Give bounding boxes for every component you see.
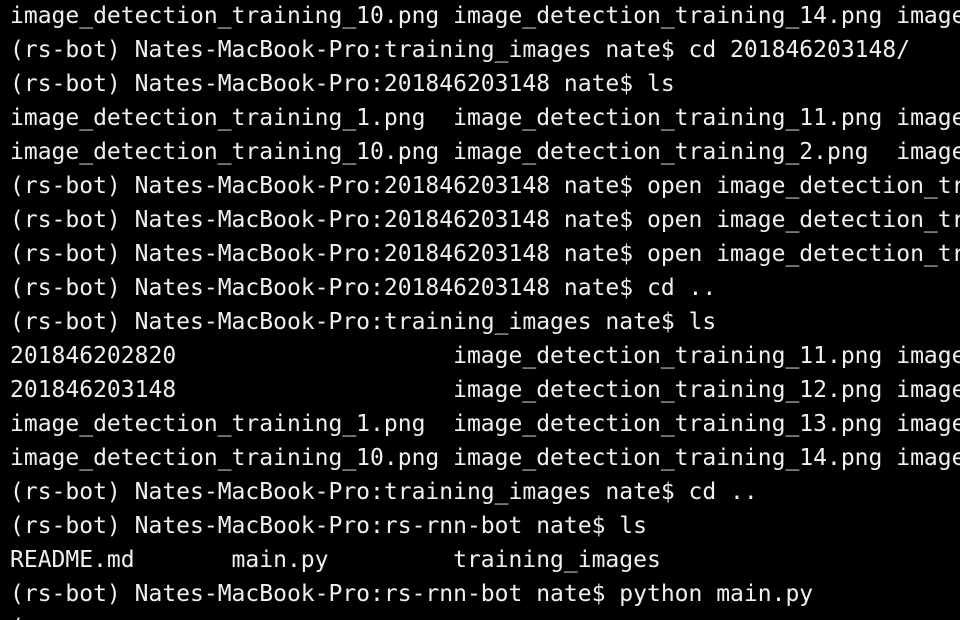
terminal-line: (rs-bot) Nates-MacBook-Pro:training_imag…: [10, 309, 717, 335]
terminal-line: image_detection_training_10.png image_de…: [10, 445, 960, 471]
terminal-line: 201846203148 image_detection_training_12…: [10, 377, 960, 403]
terminal-partial-line: (: [10, 611, 960, 620]
terminal-line: (rs-bot) Nates-MacBook-Pro:rs-rnn-bot na…: [10, 513, 647, 539]
terminal-line: (rs-bot) Nates-MacBook-Pro:rs-rnn-bot na…: [10, 581, 814, 607]
terminal-line: (rs-bot) Nates-MacBook-Pro:201846203148 …: [10, 241, 960, 267]
terminal-line: 201846202820 image_detection_training_11…: [10, 343, 960, 369]
terminal-line: image_detection_training_10.png image_de…: [10, 3, 960, 29]
terminal-line: image_detection_training_1.png image_det…: [10, 105, 960, 131]
terminal-line: (rs-bot) Nates-MacBook-Pro:201846203148 …: [10, 275, 717, 301]
terminal-line: (rs-bot) Nates-MacBook-Pro:201846203148 …: [10, 207, 960, 233]
terminal-window[interactable]: image_detection_training_10.png image_de…: [0, 0, 960, 620]
terminal-line: (rs-bot) Nates-MacBook-Pro:training_imag…: [10, 37, 911, 63]
terminal-line: image_detection_training_10.png image_de…: [10, 139, 960, 165]
terminal-line: README.md main.py training_images: [10, 547, 661, 573]
terminal-output: image_detection_training_10.png image_de…: [10, 0, 960, 620]
terminal-line: (rs-bot) Nates-MacBook-Pro:training_imag…: [10, 479, 758, 505]
terminal-line: (rs-bot) Nates-MacBook-Pro:201846203148 …: [10, 173, 960, 199]
terminal-line: image_detection_training_1.png image_det…: [10, 411, 960, 437]
terminal-line: (rs-bot) Nates-MacBook-Pro:201846203148 …: [10, 71, 675, 97]
